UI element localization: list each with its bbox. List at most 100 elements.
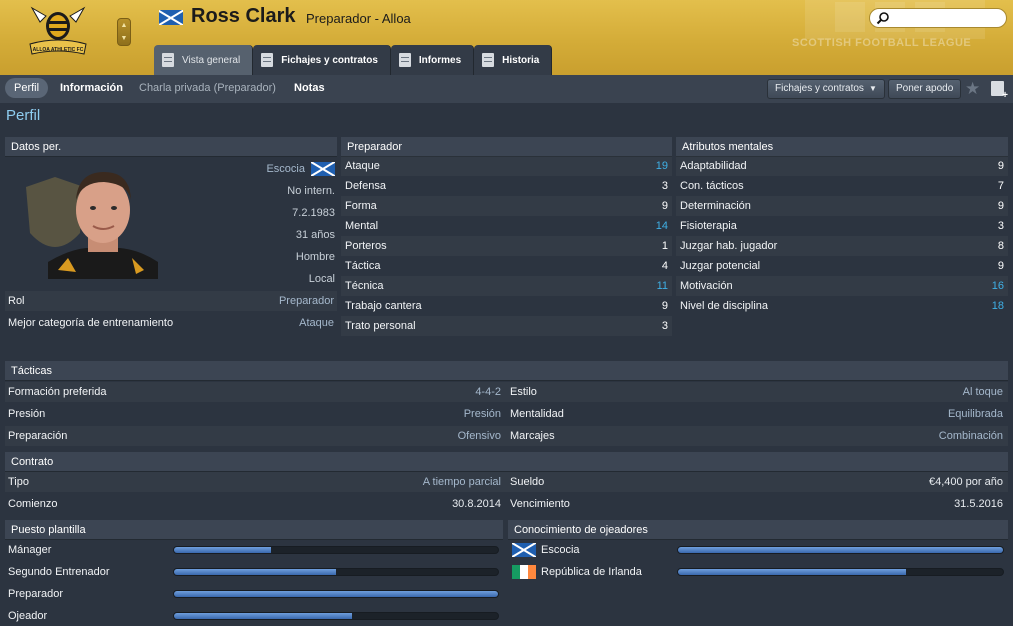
mental-attributes-header: Atributos mentales xyxy=(676,137,1008,157)
subtab-profile[interactable]: Perfil xyxy=(5,78,49,98)
tab-history[interactable]: Historia xyxy=(474,45,553,75)
arrow-down-icon[interactable]: ▼ xyxy=(118,32,130,45)
staff-role-bar xyxy=(173,568,499,576)
attr-label: Ataque xyxy=(345,160,380,172)
contract-label: Vencimiento xyxy=(510,498,570,510)
scout-knowledge-label[interactable]: Escocia xyxy=(541,540,580,560)
mental-attr-row: Motivación 16 xyxy=(676,276,1008,296)
tactics-row: Formación preferida 4-4-2 Estilo Al toqu… xyxy=(5,382,1008,402)
attr-value: 8 xyxy=(997,240,1004,252)
add-note-icon[interactable] xyxy=(991,81,1008,101)
attr-label: Forma xyxy=(345,200,377,212)
tactics-value: 4-4-2 xyxy=(475,386,501,398)
attr-label: Defensa xyxy=(345,180,386,192)
tab-transfers[interactable]: Fichajes y contratos xyxy=(253,45,391,75)
attr-label: Porteros xyxy=(345,240,387,252)
age-row: 31 años xyxy=(5,225,335,245)
personal-data-header: Datos per. xyxy=(5,137,337,157)
attr-value: 3 xyxy=(661,320,668,332)
dropdown-label: Fichajes y contratos xyxy=(775,83,864,94)
attr-value: 9 xyxy=(661,200,668,212)
tactics-header: Tácticas xyxy=(5,361,1008,381)
scout-knowledge-label[interactable]: República de Irlanda xyxy=(541,562,642,582)
status-value: Local xyxy=(308,273,335,285)
scotland-flag-icon xyxy=(512,543,536,557)
tactics-row: Preparación Ofensivo Marcajes Combinació… xyxy=(5,426,1008,446)
tab-label: Fichajes y contratos xyxy=(281,54,378,66)
nationality-value[interactable]: Escocia xyxy=(266,159,305,179)
best-training-row: Mejor categoría de entrenamiento Ataque xyxy=(5,313,337,333)
staff-role-bar xyxy=(173,590,499,598)
attr-value: 16 xyxy=(991,280,1004,292)
attr-value: 9 xyxy=(997,260,1004,272)
club-crest-icon[interactable]: ALLOA ATHLETIC FC xyxy=(26,4,90,60)
best-training-label: Mejor categoría de entrenamiento xyxy=(8,317,174,329)
tactics-value: Al toque xyxy=(962,386,1003,398)
scout-knowledge-row: República de Irlanda xyxy=(512,562,1008,582)
staff-role-label: Segundo Entrenador xyxy=(8,566,110,578)
subtab-private-chat[interactable]: Charla privada (Preparador) xyxy=(139,78,276,98)
contract-header: Contrato xyxy=(5,452,1008,472)
arrow-up-icon[interactable]: ▲ xyxy=(118,19,130,32)
main-tabs: Vista general Fichajes y contratos Infor… xyxy=(154,45,553,75)
mental-attr-row: Adaptabilidad 9 xyxy=(676,156,1008,176)
staff-subtitle[interactable]: Preparador - Alloa xyxy=(306,11,411,26)
coach-attr-row: Mental 14 xyxy=(341,216,672,236)
role-value[interactable]: Preparador xyxy=(279,291,334,311)
gender-value: Hombre xyxy=(295,251,335,263)
tab-overview[interactable]: Vista general xyxy=(154,45,254,75)
dob-value: 7.2.1983 xyxy=(292,207,335,219)
contract-label: Sueldo xyxy=(510,476,545,488)
coach-attr-row: Táctica 4 xyxy=(341,256,672,276)
bar-fill xyxy=(678,547,1003,553)
nickname-button[interactable]: Poner apodo xyxy=(888,79,962,99)
staff-role-label: Ojeador xyxy=(8,610,48,622)
tab-label: Informes xyxy=(418,54,462,66)
attr-value: 19 xyxy=(655,160,668,172)
star-icon[interactable]: ★ xyxy=(965,79,980,99)
staff-role-bar xyxy=(173,546,499,554)
attr-value: 3 xyxy=(997,220,1004,232)
scout-knowledge-row: Escocia xyxy=(512,540,1008,560)
attr-value: 14 xyxy=(655,220,668,232)
staff-role-header: Puesto plantilla xyxy=(5,520,503,540)
subtab-notes[interactable]: Notas xyxy=(294,78,325,98)
tactics-value: Equilibrada xyxy=(947,408,1003,420)
tab-label: Vista general xyxy=(182,54,241,66)
tactics-label: Marcajes xyxy=(510,430,555,442)
attr-label: Táctica xyxy=(345,260,381,272)
transfers-dropdown-button[interactable]: Fichajes y contratos ▼ xyxy=(767,79,885,99)
attr-value: 1 xyxy=(661,240,668,252)
scout-knowledge-bar xyxy=(677,546,1004,554)
status-row: Local xyxy=(5,269,335,289)
tab-label: Historia xyxy=(502,54,540,66)
attr-label: Trato personal xyxy=(345,320,416,332)
coach-attr-row: Trabajo cantera 9 xyxy=(341,296,672,316)
subtab-information[interactable]: Información xyxy=(60,78,123,98)
bar-fill xyxy=(174,547,272,553)
dob-row: 7.2.1983 xyxy=(5,203,335,223)
tactics-label: Mentalidad xyxy=(510,408,564,420)
best-training-value[interactable]: Ataque xyxy=(299,313,334,333)
mental-attr-row: Determinación 9 xyxy=(676,196,1008,216)
bar-fill xyxy=(678,569,906,575)
tactics-value: Ofensivo xyxy=(457,430,501,442)
attr-value: 18 xyxy=(991,300,1004,312)
staff-role-row: Segundo Entrenador xyxy=(8,562,503,582)
age-value: 31 años xyxy=(295,229,335,241)
tab-reports[interactable]: Informes xyxy=(390,45,475,75)
staff-role-label: Mánager xyxy=(8,544,52,556)
staff-role-label: Preparador xyxy=(8,588,64,600)
coach-attr-row: Defensa 3 xyxy=(341,176,672,196)
report-icon xyxy=(398,53,411,67)
scroll-arrows[interactable]: ▲ ▼ xyxy=(117,18,131,46)
attr-value: 9 xyxy=(997,200,1004,212)
search-input[interactable] xyxy=(869,8,1007,28)
contract-label: Tipo xyxy=(8,476,29,488)
staff-name: Ross Clark xyxy=(191,5,296,27)
attr-label: Técnica xyxy=(345,280,384,292)
role-label: Rol xyxy=(8,295,25,307)
contract-label: Comienzo xyxy=(8,498,58,510)
bar-fill xyxy=(174,613,353,619)
tactics-label: Formación preferida xyxy=(8,386,107,398)
